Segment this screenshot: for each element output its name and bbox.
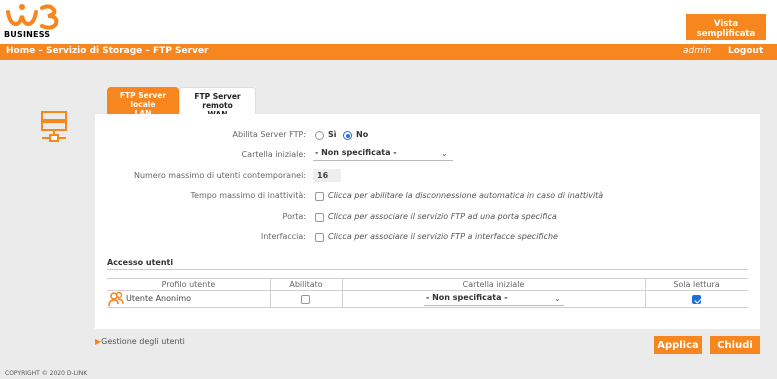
radio-no-label: No xyxy=(356,130,369,139)
server-icon xyxy=(40,110,68,144)
cartella-label: Cartella iniziale: xyxy=(241,150,306,159)
col-header-abilitato: Abilitato xyxy=(289,280,323,289)
interfaccia-label: Interfaccia: xyxy=(260,232,306,241)
user-folder-select[interactable]: - Non specificata - ⌄ xyxy=(424,293,564,306)
radio-no[interactable] xyxy=(343,131,352,140)
tempo-checkbox[interactable] xyxy=(315,192,324,201)
top-header: BUSINESS Vista semplificata xyxy=(0,0,777,44)
col-header-sola-lettura: Sola lettura xyxy=(673,280,720,289)
chevron-down-icon: ⌄ xyxy=(441,149,448,158)
accesso-utenti-title: Accesso utenti xyxy=(107,258,174,267)
tempo-text: Clicca per abilitare la disconnessione a… xyxy=(328,191,604,200)
tab-ftp-locale-lan[interactable]: FTP Server locale LAN xyxy=(107,87,179,118)
porta-label: Porta: xyxy=(282,212,306,221)
gestione-utenti-link[interactable]: ▶Gestione degli utenti xyxy=(95,337,185,346)
max-utenti-label: Numero massimo di utenti contemporanei: xyxy=(133,171,306,180)
section-divider xyxy=(107,269,748,270)
radio-si[interactable] xyxy=(315,131,324,140)
table-top-border xyxy=(107,278,748,279)
profile-name: Utente Anonimo xyxy=(126,294,192,303)
col-header-cartella: Cartella iniziale xyxy=(462,280,525,289)
logout-link[interactable]: Logout xyxy=(728,46,763,56)
vista-semplificata-button[interactable]: Vista semplificata xyxy=(686,14,766,40)
logo-text: BUSINESS xyxy=(4,30,51,39)
interfaccia-checkbox[interactable] xyxy=(315,233,324,242)
user-name: admin xyxy=(683,46,712,56)
radio-si-label: Sì xyxy=(328,130,337,139)
abilitato-checkbox[interactable] xyxy=(301,295,310,304)
table-bottom-border xyxy=(107,307,748,308)
tempo-label: Tempo massimo di inattività: xyxy=(190,191,306,200)
copyright: COPYRIGHT © 2020 D-LINK xyxy=(5,370,88,377)
applica-button[interactable]: Applica xyxy=(654,336,702,354)
sola-lettura-checkbox[interactable] xyxy=(692,295,701,304)
porta-checkbox[interactable] xyxy=(315,213,324,222)
abilita-label: Abilita Server FTP: xyxy=(232,130,306,139)
users-icon xyxy=(108,291,124,309)
breadcrumb[interactable]: Home – Servizio di Storage – FTP Server xyxy=(6,46,208,56)
interfaccia-text: Clicca per associare il servizio FTP a i… xyxy=(328,232,558,241)
max-utenti-input[interactable]: 16 xyxy=(313,169,341,182)
w3-logo: BUSINESS xyxy=(4,2,84,42)
col-header-profilo: Profilo utente xyxy=(161,280,216,289)
table-header-border xyxy=(107,290,748,291)
nav-bar: Home – Servizio di Storage – FTP Server … xyxy=(0,44,777,60)
chiudi-button[interactable]: Chiudi xyxy=(710,336,760,354)
chevron-down-icon: ⌄ xyxy=(554,294,561,303)
tab-ftp-remoto-wan[interactable]: FTP Server remoto WAN xyxy=(179,87,256,119)
porta-text: Clicca per associare il servizio FTP ad … xyxy=(328,212,557,221)
cartella-select[interactable]: - Non specificata - ⌄ xyxy=(313,148,453,161)
